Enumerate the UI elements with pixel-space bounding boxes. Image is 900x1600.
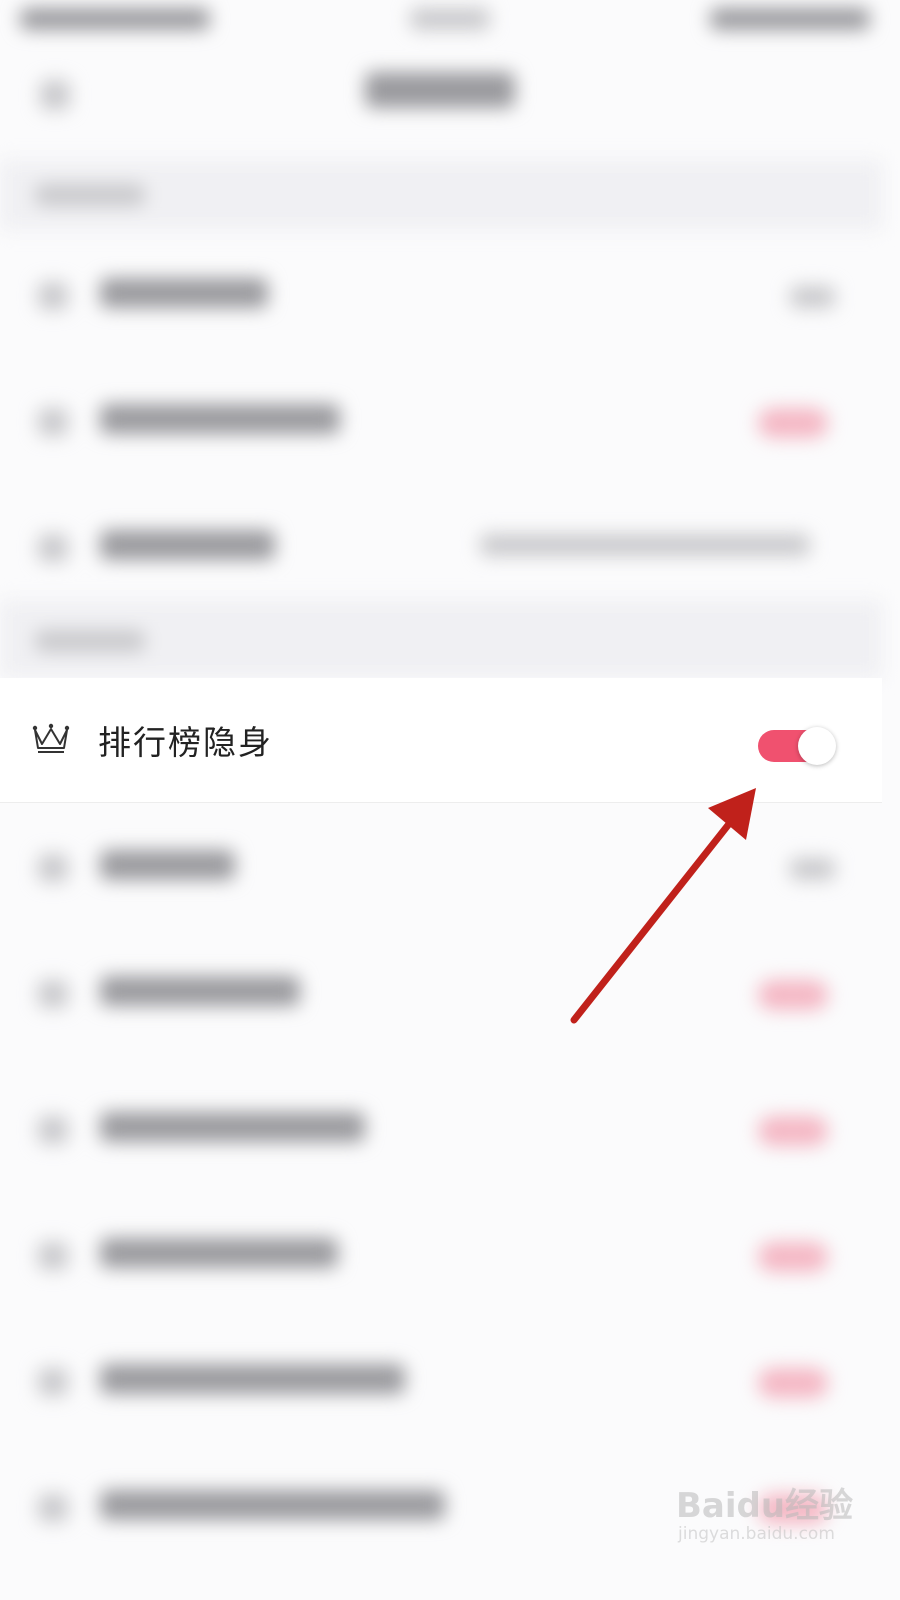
row-2-toggle[interactable]	[758, 408, 828, 438]
watermark-brand: Baidu经验	[676, 1486, 854, 1526]
setting-row-label: 排行榜隐身	[98, 723, 273, 762]
row-10-label[interactable]	[100, 1490, 445, 1520]
section-header-1-label	[35, 184, 145, 206]
row-5-value	[790, 858, 835, 880]
status-bar-center	[410, 8, 490, 30]
row-8-label[interactable]	[100, 1238, 338, 1268]
row-9-label[interactable]	[100, 1364, 405, 1394]
ranking-invisible-toggle[interactable]	[758, 727, 836, 765]
status-bar-left	[20, 8, 210, 30]
row-9-toggle[interactable]	[758, 1368, 828, 1398]
row-7-toggle[interactable]	[758, 1116, 828, 1146]
row-7-icon	[38, 1116, 68, 1144]
watermark: Baidu经验 jingyan.baidu.com	[672, 1470, 853, 1550]
row-3-icon	[38, 534, 68, 562]
row-5-icon	[38, 854, 68, 882]
section-header-2-label	[35, 630, 145, 652]
row-8-toggle[interactable]	[758, 1242, 828, 1272]
status-bar-right	[710, 8, 870, 30]
row-10-icon	[38, 1494, 68, 1522]
back-icon[interactable]	[40, 80, 70, 110]
row-6-label[interactable]	[100, 976, 300, 1006]
row-2-icon	[38, 408, 68, 436]
arrow-icon	[570, 788, 756, 1024]
watermark-url: jingyan.baidu.com	[678, 1524, 835, 1544]
toggle-knob[interactable]	[798, 727, 836, 765]
row-2-label[interactable]	[100, 404, 340, 434]
row-3-label[interactable]	[100, 530, 275, 560]
row-9-icon	[38, 1368, 68, 1396]
row-5-label[interactable]	[100, 850, 235, 880]
crown-icon	[32, 723, 70, 753]
row-1-icon	[38, 282, 68, 310]
row-6-icon	[38, 980, 68, 1008]
row-1-value	[790, 286, 835, 308]
row-7-label[interactable]	[100, 1112, 365, 1142]
row-8-icon	[38, 1242, 68, 1270]
row-3-value	[480, 534, 810, 556]
page-title	[365, 72, 515, 108]
row-1-label[interactable]	[100, 278, 268, 308]
